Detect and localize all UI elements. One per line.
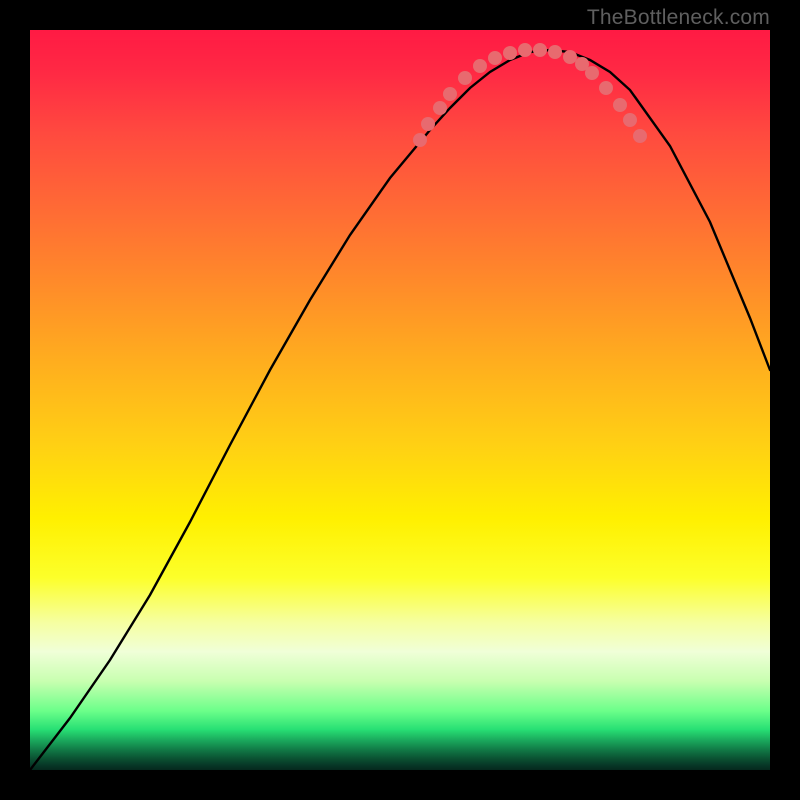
marker-dot [413, 133, 427, 147]
marker-dot [613, 98, 627, 112]
marker-dot [503, 46, 517, 60]
marker-dot [518, 43, 532, 57]
marker-dots [413, 43, 647, 147]
marker-dot [488, 51, 502, 65]
watermark-text: TheBottleneck.com [587, 6, 770, 30]
marker-dot [548, 45, 562, 59]
chart-frame: TheBottleneck.com [0, 0, 800, 800]
marker-dot [623, 113, 637, 127]
plot-area [30, 30, 770, 770]
marker-dot [421, 117, 435, 131]
marker-dot [473, 59, 487, 73]
marker-dot [433, 101, 447, 115]
marker-dot [585, 66, 599, 80]
marker-dot [533, 43, 547, 57]
marker-dot [599, 81, 613, 95]
marker-dot [458, 71, 472, 85]
bottleneck-curve [30, 50, 770, 770]
marker-dot [443, 87, 457, 101]
curve-svg [30, 30, 770, 770]
marker-dot [563, 50, 577, 64]
marker-dot [633, 129, 647, 143]
